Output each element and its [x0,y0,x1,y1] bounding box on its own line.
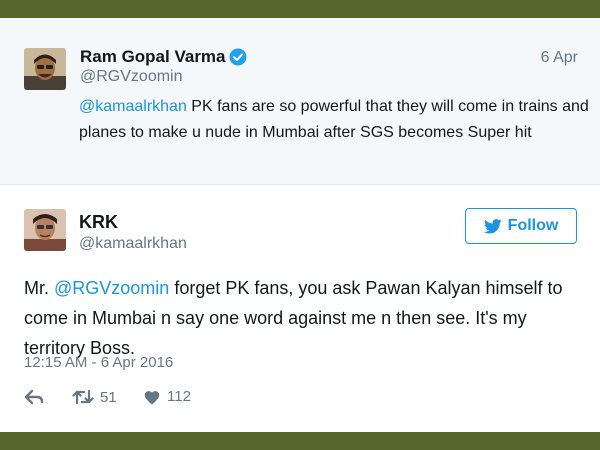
tweet-text-prefix: Mr. [24,278,54,298]
follow-label: Follow [507,217,559,234]
krk-avatar[interactable] [24,209,66,251]
quoted-tweet[interactable]: Ram Gopal Varma @RGVzoomin 6 Apr @kamaal… [0,18,600,185]
tweet-text: Mr. @RGVzoomin forget PK fans, you ask P… [24,273,584,363]
quoted-tweet-date[interactable]: 6 Apr [541,49,578,67]
tweet-screenshot: Ram Gopal Varma @RGVzoomin 6 Apr @kamaal… [0,18,600,432]
heart-icon [144,390,160,405]
twitter-bird-icon [483,218,502,234]
mention-link[interactable]: @kamaalrkhan [79,98,187,115]
verified-badge-icon [229,48,247,66]
reply-icon [24,389,44,405]
quoted-tweet-text: @kamaalrkhan PK fans are so powerful tha… [79,94,589,146]
tweet-timestamp[interactable]: 12:15 AM - 6 Apr 2016 [24,354,173,371]
like-count: 112 [167,388,191,405]
quoted-author-handle[interactable]: @RGVzoomin [80,68,183,86]
mention-link[interactable]: @RGVzoomin [54,278,169,298]
author-name[interactable]: KRK [79,212,118,233]
author-handle[interactable]: @kamaalrkhan [79,235,187,253]
quoted-author-name[interactable]: Ram Gopal Varma [80,47,226,67]
like-button[interactable]: 112 [143,388,191,405]
retweet-icon [72,389,94,405]
reply-button[interactable] [24,388,50,406]
retweet-button[interactable]: 51 [72,388,117,406]
rgv-avatar[interactable] [24,48,66,90]
retweet-count: 51 [100,388,117,406]
follow-button[interactable]: Follow [465,208,577,244]
